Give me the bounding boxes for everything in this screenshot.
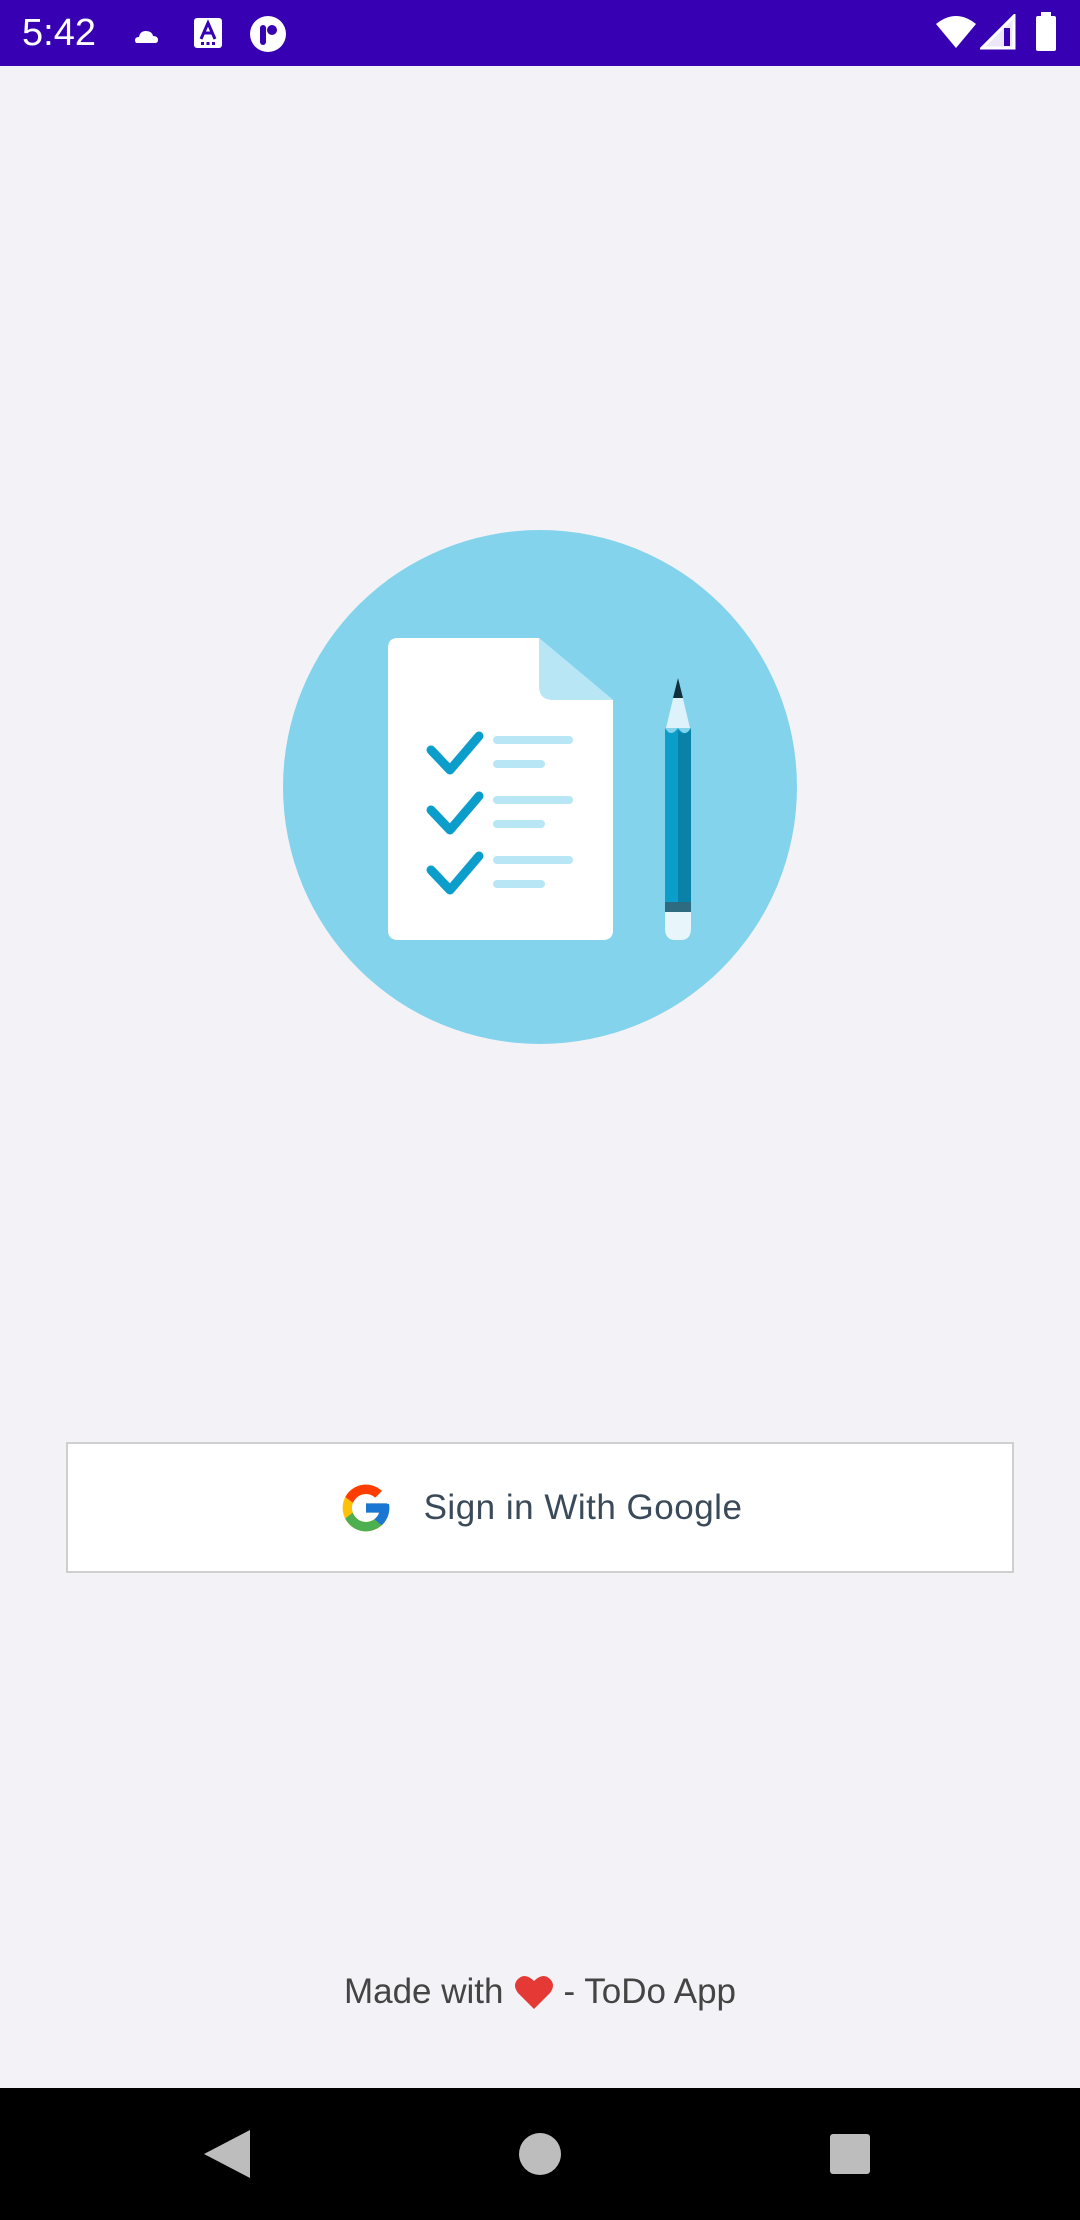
p-notification-icon	[250, 16, 286, 52]
sign-in-with-google-button[interactable]: Sign in With Google	[66, 1442, 1014, 1573]
status-time: 5:42	[22, 12, 96, 54]
login-screen: 5:42 Sign in With Google Made with - ToD…	[0, 0, 1080, 2220]
google-logo-icon	[342, 1484, 389, 1531]
wifi-icon	[936, 16, 976, 48]
footer-credit: Made with - ToDo App	[0, 1972, 1080, 2012]
footer-prefix: Made with	[343, 1972, 504, 2011]
sign-in-label: Sign in With Google	[423, 1487, 743, 1527]
recents-icon[interactable]	[829, 2133, 871, 2175]
heart-icon	[514, 1975, 553, 2009]
status-bar: 5:42	[0, 0, 1080, 66]
a-notification-icon	[194, 18, 222, 48]
todo-checklist-pencil-icon	[283, 530, 797, 1044]
cloud-icon	[135, 31, 158, 43]
back-icon[interactable]	[202, 2128, 252, 2180]
home-icon[interactable]	[518, 2132, 562, 2176]
battery-icon	[1036, 12, 1056, 51]
signal-icon	[980, 14, 1016, 50]
navigation-bar	[0, 2088, 1080, 2220]
footer-suffix: - ToDo App	[563, 1972, 737, 2011]
